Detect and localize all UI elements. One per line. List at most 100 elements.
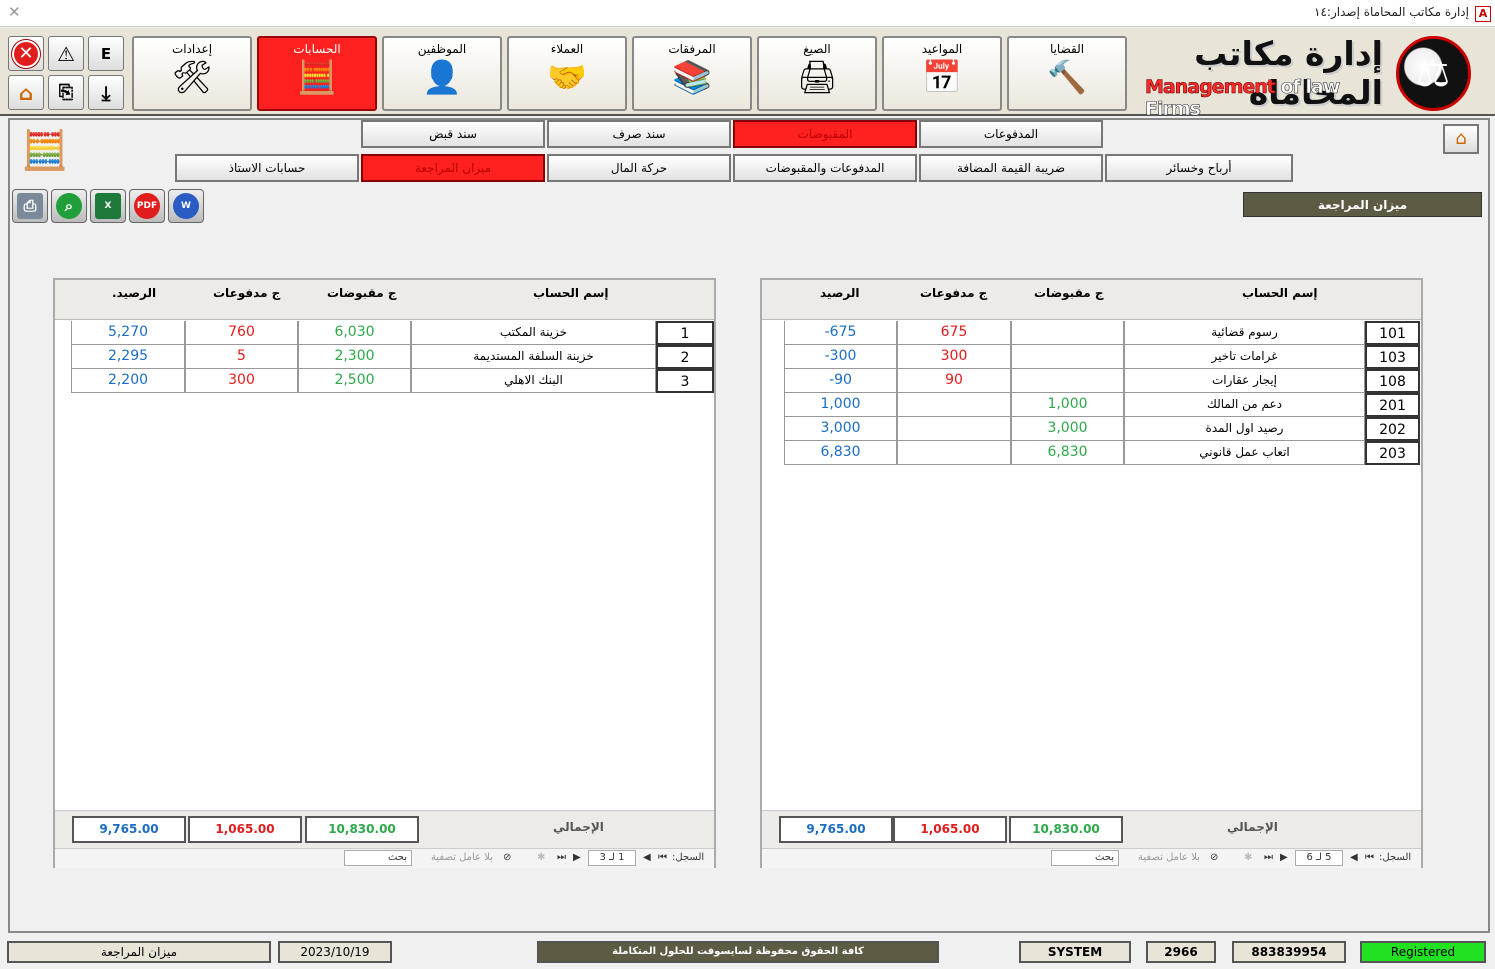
pdf-export-button[interactable]: PDF <box>129 189 165 223</box>
row-payments[interactable]: 300 <box>185 369 298 393</box>
menu-templates[interactable]: الصيغ 🖨 <box>757 36 877 111</box>
table-row[interactable]: 201 دعم من المالك 1,000 1,000 <box>762 393 1421 417</box>
search-input[interactable]: بحث <box>344 850 412 866</box>
tab-receipts[interactable]: المقبوضات <box>733 120 917 148</box>
table-row[interactable]: 103 غرامات تاخير 300 -300 <box>762 345 1421 369</box>
first-record-icon[interactable]: ⏮ <box>658 852 667 863</box>
filter-status[interactable]: بلا عامل تصفية <box>1138 852 1200 863</box>
table-row[interactable]: 108 إيجار عقارات 90 -90 <box>762 369 1421 393</box>
language-button[interactable]: E <box>88 36 124 71</box>
row-balance[interactable]: -90 <box>784 369 897 393</box>
new-record-icon[interactable]: ✱ <box>537 852 545 863</box>
excel-export-button[interactable]: X <box>90 189 126 223</box>
row-name[interactable]: رصيد اول المدة <box>1124 417 1365 441</box>
prev-record-icon[interactable]: ◀ <box>1350 852 1358 863</box>
row-balance[interactable]: -300 <box>784 345 897 369</box>
row-name[interactable]: البنك الاهلي <box>411 369 656 393</box>
close-icon[interactable]: ✕ <box>8 3 21 21</box>
menu-settings[interactable]: إعدادات 🛠 <box>132 36 252 111</box>
row-id[interactable]: 203 <box>1365 441 1420 465</box>
menu-employees[interactable]: الموظفين 👤 <box>382 36 502 111</box>
row-id[interactable]: 201 <box>1365 393 1420 417</box>
row-receipts[interactable]: 3,000 <box>1011 417 1124 441</box>
row-name[interactable]: رسوم قضائية <box>1124 321 1365 345</box>
row-payments[interactable] <box>897 417 1011 441</box>
filter-status[interactable]: بلا عامل تصفية <box>431 852 493 863</box>
row-balance[interactable]: 2,295 <box>71 345 185 369</box>
row-name[interactable]: اتعاب عمل قانوني <box>1124 441 1365 465</box>
record-input[interactable]: 1 لـ 3 <box>588 850 636 866</box>
row-payments[interactable]: 5 <box>185 345 298 369</box>
tab-profit-loss[interactable]: أرباح وخسائر <box>1105 154 1293 182</box>
row-id[interactable]: 103 <box>1365 345 1420 369</box>
row-receipts[interactable]: 6,030 <box>298 321 411 345</box>
print-button[interactable]: ⎙ <box>12 189 48 223</box>
row-payments[interactable]: 90 <box>897 369 1011 393</box>
table-row[interactable]: 3 البنك الاهلي 2,500 300 2,200 <box>55 369 714 393</box>
warning-button[interactable]: ⚠ <box>48 36 84 71</box>
menu-cases[interactable]: القضايا 🔨 <box>1007 36 1127 111</box>
row-name[interactable]: خزينة السلفة المستديمة <box>411 345 656 369</box>
row-receipts[interactable] <box>1011 345 1124 369</box>
row-balance[interactable]: 1,000 <box>784 393 897 417</box>
row-id[interactable]: 202 <box>1365 417 1420 441</box>
row-balance[interactable]: -675 <box>784 321 897 345</box>
home-button[interactable]: ⌂ <box>8 75 44 110</box>
next-record-icon[interactable]: ▶ <box>573 852 581 863</box>
tab-trial-balance[interactable]: ميزان المراجعة <box>361 154 545 182</box>
row-balance[interactable]: 5,270 <box>71 321 185 345</box>
row-name[interactable]: غرامات تاخير <box>1124 345 1365 369</box>
row-payments[interactable]: 300 <box>897 345 1011 369</box>
row-balance[interactable]: 3,000 <box>784 417 897 441</box>
row-payments[interactable]: 760 <box>185 321 298 345</box>
row-receipts[interactable] <box>1011 321 1124 345</box>
row-receipts[interactable] <box>1011 369 1124 393</box>
row-payments[interactable] <box>897 393 1011 417</box>
tab-vat[interactable]: ضريبة القيمة المضافة <box>919 154 1103 182</box>
row-name[interactable]: خزينة المكتب <box>411 321 656 345</box>
tab-payments-receipts[interactable]: المدفوعات والمقبوضات <box>733 154 917 182</box>
menu-accounts[interactable]: الحسابات 🧮 <box>257 36 377 111</box>
table-row[interactable]: 202 رصيد اول المدة 3,000 3,000 <box>762 417 1421 441</box>
row-receipts[interactable]: 2,300 <box>298 345 411 369</box>
copy-button[interactable]: ⎘ <box>48 75 84 110</box>
row-receipts[interactable]: 1,000 <box>1011 393 1124 417</box>
tab-payments[interactable]: المدفوعات <box>919 120 1103 148</box>
row-name[interactable]: إيجار عقارات <box>1124 369 1365 393</box>
row-balance[interactable]: 2,200 <box>71 369 185 393</box>
last-record-icon[interactable]: ⏭ <box>1264 852 1273 863</box>
download-button[interactable]: ⤓ <box>88 75 124 110</box>
prev-record-icon[interactable]: ◀ <box>643 852 651 863</box>
tab-payment-voucher[interactable]: سند صرف <box>547 120 731 148</box>
record-input[interactable]: 5 لـ 6 <box>1295 850 1343 866</box>
row-id[interactable]: 108 <box>1365 369 1420 393</box>
row-id[interactable]: 3 <box>656 369 714 393</box>
table-row[interactable]: 101 رسوم قضائية 675 -675 <box>762 321 1421 345</box>
table-row[interactable]: 203 اتعاب عمل قانوني 6,830 6,830 <box>762 441 1421 465</box>
new-record-icon[interactable]: ✱ <box>1244 852 1252 863</box>
row-balance[interactable]: 6,830 <box>784 441 897 465</box>
row-id[interactable]: 1 <box>656 321 714 345</box>
menu-appointments[interactable]: المواعيد 📅 <box>882 36 1002 111</box>
tab-cash-movement[interactable]: حركة المال <box>547 154 731 182</box>
search-button[interactable]: ⌕ <box>51 189 87 223</box>
last-record-icon[interactable]: ⏭ <box>557 852 566 863</box>
row-id[interactable]: 2 <box>656 345 714 369</box>
table-row[interactable]: 2 خزينة السلفة المستديمة 2,300 5 2,295 <box>55 345 714 369</box>
filter-icon[interactable]: ⊘ <box>503 852 511 863</box>
menu-attachments[interactable]: المرفقات 📚 <box>632 36 752 111</box>
row-receipts[interactable]: 2,500 <box>298 369 411 393</box>
row-payments[interactable] <box>897 441 1011 465</box>
filter-icon[interactable]: ⊘ <box>1210 852 1218 863</box>
search-input[interactable]: بحث <box>1051 850 1119 866</box>
menu-clients[interactable]: العملاء 🤝 <box>507 36 627 111</box>
next-record-icon[interactable]: ▶ <box>1280 852 1288 863</box>
table-row[interactable]: 1 خزينة المكتب 6,030 760 5,270 <box>55 321 714 345</box>
row-receipts[interactable]: 6,830 <box>1011 441 1124 465</box>
panel-home-button[interactable]: ⌂ <box>1443 124 1479 154</box>
tab-receipt-voucher[interactable]: سند قبض <box>361 120 545 148</box>
row-name[interactable]: دعم من المالك <box>1124 393 1365 417</box>
tab-ledger-accounts[interactable]: حسابات الاستاذ <box>175 154 359 182</box>
row-payments[interactable]: 675 <box>897 321 1011 345</box>
row-id[interactable]: 101 <box>1365 321 1420 345</box>
